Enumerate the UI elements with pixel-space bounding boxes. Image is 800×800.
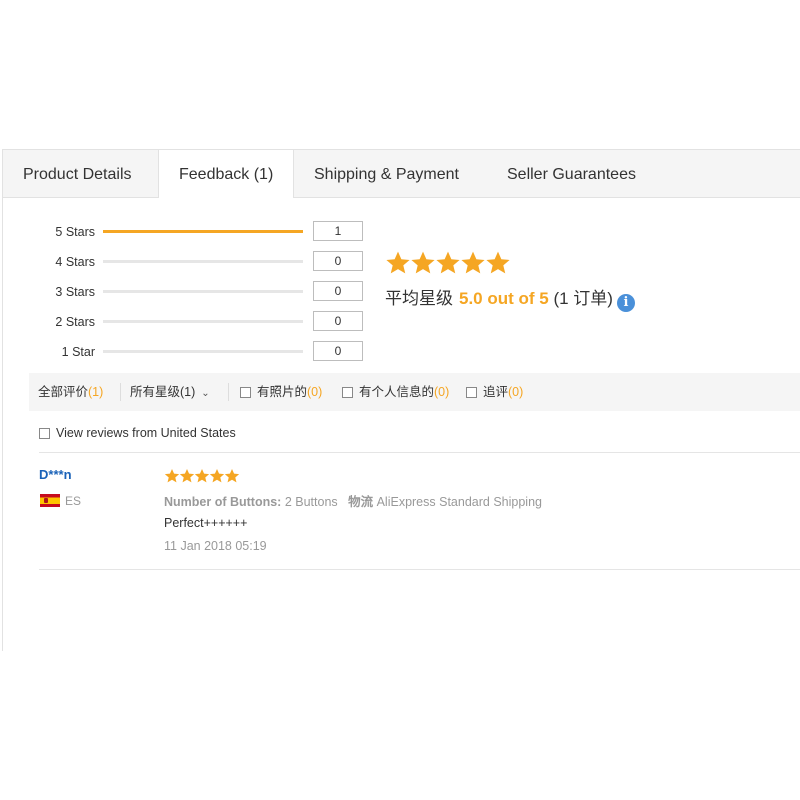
- filter-with-photos[interactable]: 有照片的(0): [240, 373, 322, 411]
- histogram-label[interactable]: 2 Stars: [3, 311, 95, 333]
- filter-star-count: (1): [180, 385, 196, 399]
- filter-photos-count: (0): [307, 385, 323, 399]
- divider: [39, 569, 800, 570]
- filter-all-label: 全部评价: [38, 385, 89, 399]
- us-reviews-label: View reviews from United States: [56, 426, 236, 440]
- histogram-bar-track: [103, 320, 303, 323]
- star-icon: [179, 469, 195, 483]
- average-rating-stars: [385, 250, 510, 276]
- filter-follow-label: 追评: [483, 385, 509, 399]
- product-tabs-panel: Product Details Feedback (1) Shipping & …: [2, 149, 800, 651]
- filter-star-label: 所有星级: [130, 385, 181, 399]
- filter-all-count: (1): [88, 385, 104, 399]
- follow-up-checkbox[interactable]: [466, 387, 477, 398]
- filter-divider: [120, 383, 121, 401]
- flag-emblem: [44, 498, 48, 503]
- us-reviews-checkbox[interactable]: [39, 428, 50, 439]
- tab-product-details[interactable]: Product Details: [23, 150, 132, 197]
- review-rating-stars: [164, 468, 240, 486]
- shipping-value: AliExpress Standard Shipping: [376, 495, 542, 509]
- tab-shipping-payment[interactable]: Shipping & Payment: [314, 150, 459, 197]
- review-meta: Number of Buttons: 2 Buttons 物流 AliExpre…: [164, 491, 542, 510]
- review-filter-bar: 全部评价(1) 所有星级(1) ⌄ 有照片的(0) 有个人信息的(0) 追评(0): [29, 373, 800, 411]
- star-icon: [436, 251, 460, 274]
- shipping-key: 物流: [348, 495, 374, 509]
- tab-feedback[interactable]: Feedback (1): [158, 150, 295, 198]
- star-icon: [209, 469, 225, 483]
- histogram-label[interactable]: 4 Stars: [3, 251, 95, 273]
- filter-follow-up[interactable]: 追评(0): [466, 373, 523, 411]
- personal-info-checkbox[interactable]: [342, 387, 353, 398]
- star-icon: [386, 251, 410, 274]
- histogram-count: 0: [313, 311, 363, 331]
- filter-photos-label: 有照片的: [257, 385, 308, 399]
- tab-seller-guarantees[interactable]: Seller Guarantees: [507, 150, 636, 197]
- filter-star-select[interactable]: 所有星级(1) ⌄: [130, 373, 210, 411]
- filter-divider: [228, 383, 229, 401]
- tab-bar: Product Details Feedback (1) Shipping & …: [3, 150, 800, 198]
- filter-all-reviews[interactable]: 全部评价(1): [38, 373, 103, 411]
- histogram-count: 0: [313, 251, 363, 271]
- filter-follow-count: (0): [508, 385, 524, 399]
- star-icon: [224, 469, 240, 483]
- histogram-label[interactable]: 1 Star: [3, 341, 95, 363]
- star-icon: [194, 469, 210, 483]
- histogram-count: 0: [313, 281, 363, 301]
- star-icon: [486, 251, 510, 274]
- histogram-bar-track: [103, 350, 303, 353]
- with-photos-checkbox[interactable]: [240, 387, 251, 398]
- us-reviews-filter[interactable]: View reviews from United States: [39, 426, 236, 440]
- filter-personal-label: 有个人信息的: [359, 385, 435, 399]
- average-rating-label: 平均星级: [385, 289, 453, 308]
- histogram-bar-track: [103, 290, 303, 293]
- average-rating-line: 平均星级 5.0 out of 5 (1 订单) i: [385, 287, 635, 312]
- histogram-bar-fill: [103, 230, 303, 233]
- chevron-down-icon: ⌄: [201, 388, 210, 399]
- histogram-bar-track: [103, 230, 303, 233]
- histogram-count: 1: [313, 221, 363, 241]
- order-count: (1 订单): [553, 289, 613, 308]
- option-key: Number of Buttons:: [164, 495, 282, 509]
- filter-personal-count: (0): [434, 385, 450, 399]
- average-rating-score: 5.0 out of 5: [459, 289, 549, 308]
- reviewer-country: ES: [65, 494, 82, 508]
- review-date: 11 Jan 2018 05:19: [164, 539, 267, 553]
- option-value: 2 Buttons: [284, 495, 338, 509]
- star-icon: [461, 251, 485, 274]
- histogram-bar-track: [103, 260, 303, 263]
- histogram-label[interactable]: 3 Stars: [3, 281, 95, 303]
- histogram-label[interactable]: 5 Stars: [3, 221, 95, 243]
- divider: [39, 452, 800, 453]
- info-icon[interactable]: i: [616, 294, 635, 312]
- filter-with-personal-info[interactable]: 有个人信息的(0): [342, 373, 449, 411]
- star-icon: [164, 469, 180, 483]
- review-text: Perfect++++++: [164, 516, 248, 530]
- star-icon: [411, 251, 435, 274]
- spain-flag-icon: [40, 494, 60, 507]
- reviewer-name[interactable]: D***n: [39, 467, 72, 482]
- histogram-count: 0: [313, 341, 363, 361]
